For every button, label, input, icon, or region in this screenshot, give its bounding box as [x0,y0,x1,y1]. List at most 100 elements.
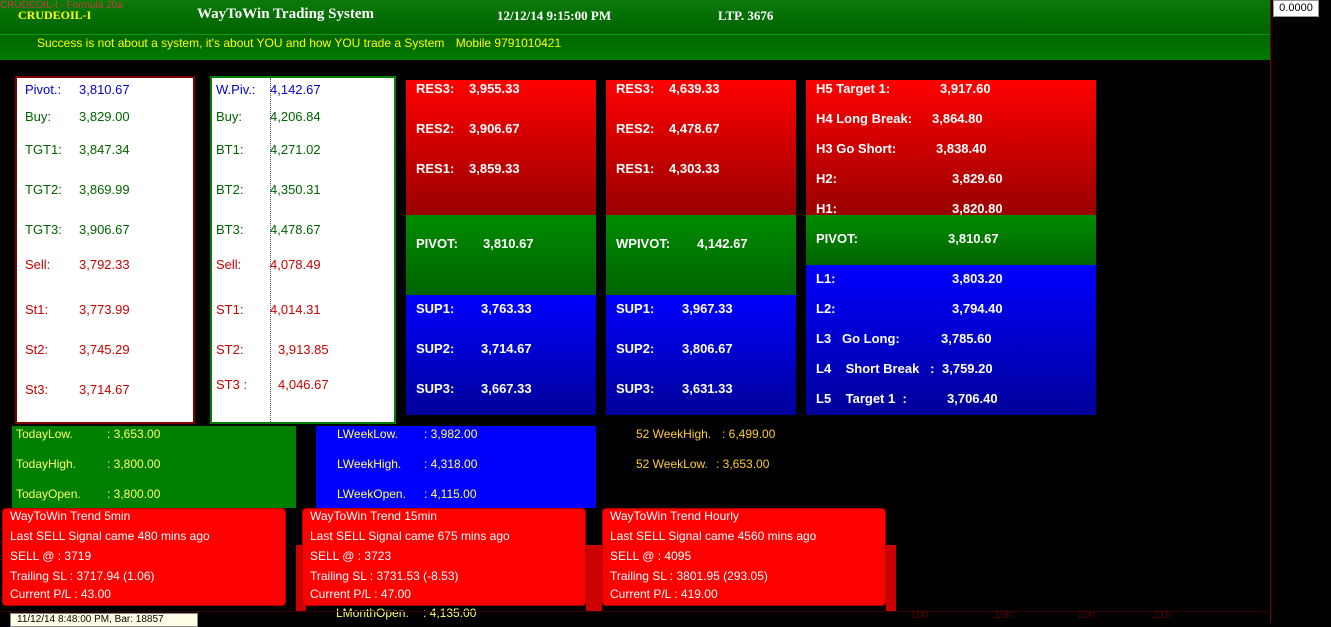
level-label: SUP3: [616,381,655,396]
today-low-label: TodayLow. [16,427,73,441]
week52-high-label: 52 WeekHigh. [636,427,712,441]
level-label: RES3: [616,81,655,96]
level-value: 3,820.80 [952,201,1003,216]
row-label: Sell: [216,257,242,272]
resistance-zone [406,80,596,215]
level-value: 3,785.60 [941,331,992,346]
trend-title: WayToWin Trend Hourly [610,509,739,523]
level-label: PIVOT: [816,231,858,246]
level-value: 3,859.33 [469,161,520,176]
trend-title: WayToWin Trend 5min [10,509,131,523]
level-value: 3,706.40 [947,391,998,406]
daily-pivot-row: Pivot.: [25,82,61,97]
today-low-value: : 3,653.00 [107,427,161,441]
time-tick: 19h [994,609,1013,621]
ltp-label: LTP. 3676 [718,8,774,23]
row-value: 4,350.31 [270,182,321,197]
row-label: TGT2: [25,182,62,197]
level-value: 4,303.33 [669,161,720,176]
daily-levels-box: Pivot.: 3,810.67 Buy: 3,829.00 TGT1: 3,8… [15,76,195,424]
level-label: H5 Target 1: [816,81,891,96]
band-fragment [586,545,602,611]
row-label: W.Piv.: [216,82,256,97]
level-label: SUP1: [616,301,655,316]
row-value: 3,792.33 [79,257,130,272]
mobile-number: Mobile 9791010421 [455,36,562,50]
row-label: BT1: [216,142,244,157]
level-value: 3,810.67 [483,236,534,251]
row-label: BT3: [216,222,244,237]
app-title: WayToWin Trading System [197,6,374,22]
price-axis-divider [1270,0,1271,623]
level-value: 3,803.20 [952,271,1003,286]
level-value: 3,955.33 [469,81,520,96]
dotted-divider [270,78,271,422]
level-value: 3,810.67 [948,231,999,246]
level-label: L4 Short Break : [816,361,935,376]
level-value: 3,917.60 [940,81,991,96]
level-value: 3,631.33 [682,381,733,396]
today-open-value: : 3,800.00 [107,487,161,501]
level-label: H3 Go Short: [816,141,897,156]
trend-signal: Last SELL Signal came 480 mins ago [10,529,210,543]
trend-price: SELL @ : 4095 [610,549,692,563]
row-value: 3,906.67 [79,222,130,237]
row-label: TGT1: [25,142,62,157]
level-value: 3,667.33 [481,381,532,396]
pivot-zone [406,215,596,295]
row-label: St3: [25,382,49,397]
level-value: 4,478.67 [669,121,720,136]
level-label: SUP2: [616,341,655,356]
lweek-high-value: : 4,318.00 [424,457,478,471]
trend-box-hourly: WayToWin Trend Hourly Last SELL Signal c… [602,508,886,606]
level-label: RES2: [616,121,655,136]
tagline-text: Success is not about a system, it's abou… [37,36,445,50]
lweek-open-label: LWeekOpen. [337,487,406,501]
row-value: 4,046.67 [278,377,329,392]
level-value: 3,714.67 [481,341,532,356]
trend-trailing-sl: Trailing SL : 3731.53 (-8.53) [310,569,459,583]
datetime-label: 12/12/14 9:15:00 PM [497,8,612,23]
level-value: 3,864.80 [932,111,983,126]
tagline: Success is not about a system, it's abou… [37,36,561,50]
level-label: SUP1: [416,301,455,316]
header-divider [0,34,1271,35]
row-label: Pivot.: [25,82,62,97]
trend-signal: Last SELL Signal came 675 mins ago [310,529,510,543]
level-value: 3,906.67 [469,121,520,136]
level-value: 3,759.20 [942,361,993,376]
trend-box-15min: WayToWin Trend 15min Last SELL Signal ca… [302,508,586,606]
trend-trailing-sl: Trailing SL : 3801.95 (293.05) [610,569,768,583]
level-label: H4 Long Break: [816,111,913,126]
row-label: St1: [25,302,49,317]
level-label: WPIVOT: [616,236,671,251]
row-label: ST1: [216,302,244,317]
time-tick: 20h [1077,609,1096,621]
row-label: ST2: [216,342,244,357]
row-value: 4,271.02 [270,142,321,157]
trend-pl: Current P/L : 419.00 [610,587,718,601]
level-label: PIVOT: [416,236,458,251]
row-value: 3,745.29 [79,342,130,357]
row-value: 3,869.99 [79,182,130,197]
level-label: RES3: [416,81,455,96]
level-label: RES1: [616,161,655,176]
level-label: H1: [816,201,837,216]
resistance-zone [606,80,796,215]
row-label: Buy: [216,109,243,124]
row-value: 4,142.67 [270,82,321,97]
level-value: 3,967.33 [682,301,733,316]
lmonth-open-label: LMonthOpen. [336,606,409,620]
price-scale-readout[interactable]: 0.0000 [1273,0,1319,17]
weekly-pivot-panel: RES3: 4,639.33 RES2: 4,478.67 RES1: 4,30… [606,80,796,415]
window-caption: CRUDEOIL-I - Formula 20a [0,0,123,11]
row-label: Buy: [25,109,52,124]
row-value: 4,014.31 [270,302,321,317]
trend-price: SELL @ : 3719 [10,549,92,563]
level-label: H2: [816,171,837,186]
row-label: TGT3: [25,222,62,237]
level-label: L1: [816,271,836,286]
row-value: 3,829.00 [79,109,130,124]
level-value: 3,806.67 [682,341,733,356]
level-label: SUP3: [416,381,455,396]
